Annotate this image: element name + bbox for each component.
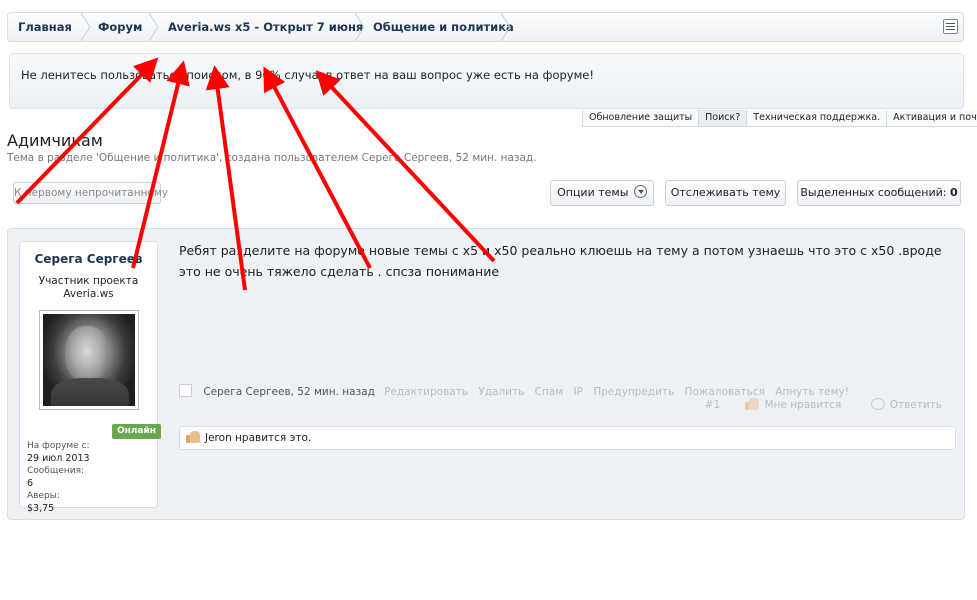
thread-options-label: Опции темы xyxy=(557,186,629,199)
breadcrumb-separator-icon xyxy=(501,13,511,41)
post-number[interactable]: #1 xyxy=(705,399,720,411)
selected-messages-count: 0 xyxy=(949,186,958,199)
avatar-image xyxy=(43,314,135,406)
breadcrumb-section[interactable]: Общение и политика xyxy=(373,13,514,41)
like-link[interactable]: Мне нравится xyxy=(764,399,841,411)
breadcrumb-separator-icon xyxy=(355,13,365,41)
edit-link[interactable]: Редактировать xyxy=(384,386,468,398)
breadcrumb-separator-icon xyxy=(149,13,159,41)
tab-protection-update[interactable]: Обновление защиты xyxy=(582,110,700,127)
post-author-time[interactable]: Серега Сергеев, 52 мин. назад xyxy=(203,386,375,398)
author-stats: На форуме с: 29 июл 2013 Сообщения: 6 Ав… xyxy=(27,440,90,515)
breadcrumb-forum[interactable]: Форум xyxy=(98,13,142,41)
tab-tech-support[interactable]: Техническая поддержка. xyxy=(746,110,888,127)
follow-thread-button[interactable]: Отслеживать тему xyxy=(665,180,786,206)
messages-label: Сообщения: xyxy=(27,466,85,476)
breadcrumb: Главная Форум Averia.ws x5 - Открыт 7 ию… xyxy=(7,12,964,42)
avers-value: $3,75 xyxy=(27,502,55,514)
tab-search[interactable]: Поиск? xyxy=(698,110,748,127)
breadcrumb-averia[interactable]: Averia.ws x5 - Открыт 7 июня xyxy=(168,13,363,41)
report-link[interactable]: Пожаловаться xyxy=(685,386,765,398)
notice-box: Не ленитесь пользоваться поиском, в 90% … xyxy=(9,53,964,109)
warn-link[interactable]: Предупредить xyxy=(593,386,674,398)
rank-line-2: Averia.ws xyxy=(63,288,114,300)
joined-value: 29 июл 2013 xyxy=(27,452,90,464)
spam-link[interactable]: Спам xyxy=(535,386,564,398)
avers-label: Аверы: xyxy=(27,491,60,501)
selected-messages-label: Выделенных сообщений: xyxy=(800,186,947,199)
likes-summary: Jeron нравится это. xyxy=(179,426,956,450)
breadcrumb-separator-icon xyxy=(81,13,91,41)
online-badge: Онлайн xyxy=(111,424,161,439)
joined-label: На форуме с: xyxy=(27,441,90,451)
menu-icon[interactable] xyxy=(943,19,958,34)
post-controls: #1 Мне нравится Ответить xyxy=(705,398,942,411)
tab-activation[interactable]: Активация и почта! xyxy=(886,110,977,127)
speech-bubble-icon xyxy=(870,398,885,410)
first-unread-button[interactable]: К первому непрочитанному xyxy=(13,182,168,204)
post-text: Ребят разделите на форуме новые темы с x… xyxy=(179,243,942,279)
breadcrumb-home[interactable]: Главная xyxy=(18,13,72,41)
author-rank: Участник проекта Averia.ws xyxy=(20,275,157,301)
notice-text: Не ленитесь пользоваться поиском, в 90% … xyxy=(21,68,594,82)
avatar[interactable] xyxy=(39,310,139,410)
selected-messages-button[interactable]: Выделенных сообщений: 0 xyxy=(797,180,961,206)
thumbs-up-icon xyxy=(745,398,760,410)
thread-options-button[interactable]: Опции темы xyxy=(550,180,654,206)
post-actions: Серега Сергеев, 52 мин. назад Редактиров… xyxy=(179,384,856,398)
ip-link[interactable]: IP xyxy=(574,386,583,398)
thumbs-up-icon xyxy=(186,431,200,443)
rank-line-1: Участник проекта xyxy=(38,275,139,287)
user-card: Серега Сергеев Участник проекта Averia.w… xyxy=(19,241,161,514)
quick-tabs: Обновление защиты Поиск? Техническая под… xyxy=(582,110,977,127)
messages-value: 6 xyxy=(27,477,34,489)
page-title: Адимчикам xyxy=(7,131,103,150)
delete-link[interactable]: Удалить xyxy=(478,386,524,398)
reply-link[interactable]: Ответить xyxy=(890,399,942,411)
select-post-checkbox[interactable] xyxy=(179,384,192,397)
bump-link[interactable]: Апнуть тему! xyxy=(775,386,849,398)
thread-meta: Тема в разделе 'Общение и политика', соз… xyxy=(7,152,537,164)
author-name[interactable]: Серега Сергеев xyxy=(20,252,157,266)
chevron-down-icon xyxy=(633,185,647,198)
post: Серега Сергеев Участник проекта Averia.w… xyxy=(7,228,965,520)
likes-text[interactable]: Jeron нравится это. xyxy=(205,432,311,444)
